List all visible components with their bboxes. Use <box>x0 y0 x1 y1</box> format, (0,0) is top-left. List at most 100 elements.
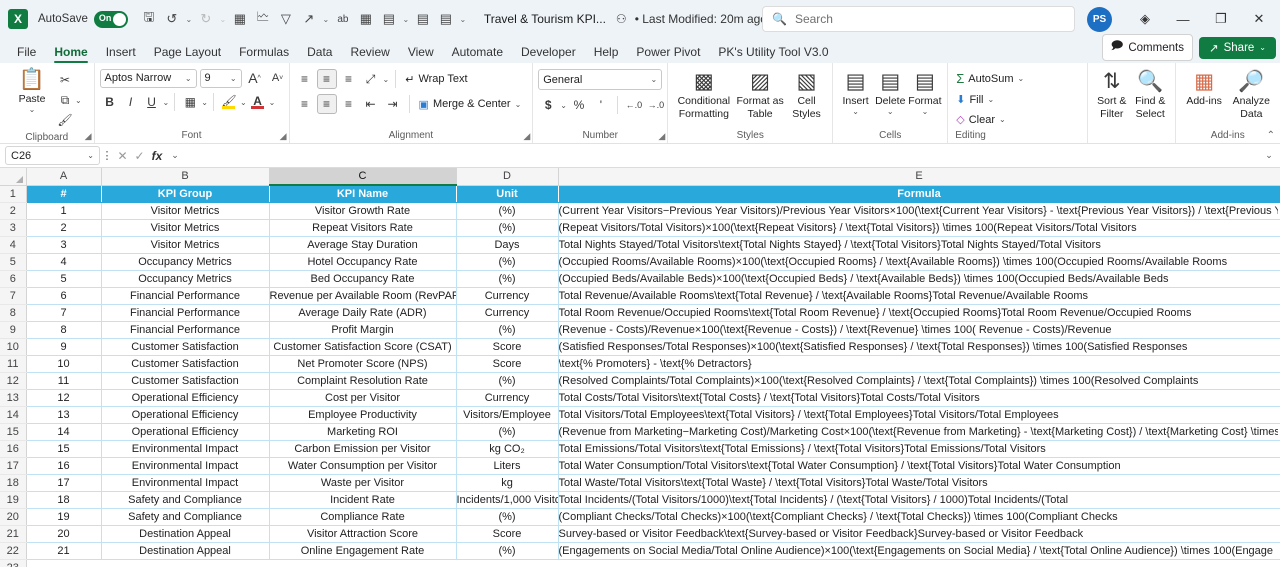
close-button[interactable]: ✕ <box>1240 0 1278 38</box>
cell-formula[interactable]: Total Visitors/Total Employees\text{Tota… <box>558 406 1280 424</box>
cell-num[interactable]: 1 <box>26 202 102 220</box>
paste-button[interactable]: 📋 Paste ⌄ <box>9 66 55 114</box>
cell-kpi-name[interactable]: Marketing ROI <box>269 423 457 441</box>
copy-icon[interactable]: ⧉ <box>55 90 75 110</box>
insert-cells-button[interactable]: ▤ Insert ⌄ <box>838 68 873 116</box>
percent-format-icon[interactable]: % <box>569 95 589 115</box>
cell-formula[interactable]: (Current Year Visitors−Previous Year Vis… <box>558 202 1280 220</box>
row-header-16[interactable]: 16 <box>0 440 27 458</box>
cell-formula[interactable]: (Compliant Checks/Total Checks)×100(\tex… <box>558 508 1280 526</box>
orientation-icon[interactable]: ⤢ <box>361 69 381 89</box>
cell-kpi-name[interactable]: Water Consumption per Visitor <box>269 457 457 475</box>
column-header-d[interactable]: D <box>456 168 559 186</box>
cell-formula[interactable]: Total Waste/Total Visitors\text{Total Wa… <box>558 474 1280 492</box>
table-row[interactable]: 13 12 Operational Efficiency Cost per Vi… <box>0 389 1280 407</box>
table-row[interactable]: 5 4 Occupancy Metrics Hotel Occupancy Ra… <box>0 253 1280 271</box>
cell-num[interactable]: 8 <box>26 321 102 339</box>
row-header-19[interactable]: 19 <box>0 491 27 509</box>
restore-button[interactable]: ❐ <box>1202 0 1240 38</box>
row-header-3[interactable]: 3 <box>0 219 27 237</box>
cell-formula[interactable]: Total Nights Stayed/Total Visitors\text{… <box>558 236 1280 254</box>
cell-num[interactable]: 3 <box>26 236 102 254</box>
underline-button[interactable]: U <box>142 92 162 112</box>
autosave-toggle[interactable]: On <box>93 10 128 28</box>
table-row[interactable]: 6 5 Occupancy Metrics Bed Occupancy Rate… <box>0 270 1280 288</box>
row-header-12[interactable]: 12 <box>0 372 27 390</box>
empty-cell[interactable] <box>101 559 269 567</box>
cell-formula[interactable]: (Repeat Visitors/Total Visitors)×100(\te… <box>558 219 1280 237</box>
cell-kpi-name[interactable]: Employee Productivity <box>269 406 457 424</box>
cell-formula[interactable]: (Occupied Rooms/Available Rooms)×100(\te… <box>558 253 1280 271</box>
row-header-7[interactable]: 7 <box>0 287 27 305</box>
cell-styles-button[interactable]: ▧ Cell Styles <box>786 68 827 120</box>
cell-num[interactable]: 21 <box>26 542 102 560</box>
cell-kpi-name[interactable]: Bed Occupancy Rate <box>269 270 457 288</box>
cell-unit[interactable]: Days <box>456 236 559 254</box>
collapse-ribbon-icon[interactable]: ⌃ <box>1267 130 1275 141</box>
cell-formula[interactable]: Total Revenue/Available Rooms\text{Total… <box>558 287 1280 305</box>
cell-formula[interactable]: Total Incidents/(Total Visitors/1000)\te… <box>558 491 1280 509</box>
cell-unit[interactable]: (%) <box>456 423 559 441</box>
row-header-23[interactable]: 23 <box>0 559 27 567</box>
clear-button[interactable]: ◇ Clear ⌄ <box>953 111 1027 128</box>
increase-indent-icon[interactable]: ⇥ <box>383 94 403 114</box>
row-header-9[interactable]: 9 <box>0 321 27 339</box>
qat-overflow-icon[interactable]: ⌄ <box>458 8 468 30</box>
cell-unit[interactable]: Visitors/Employee <box>456 406 559 424</box>
cell-unit[interactable]: (%) <box>456 542 559 560</box>
spelling-icon[interactable]: ab <box>332 8 354 30</box>
cell-num[interactable]: 13 <box>26 406 102 424</box>
format-cells-button[interactable]: ▤ Format ⌄ <box>908 68 943 116</box>
cell-num[interactable]: 14 <box>26 423 102 441</box>
cell-kpi-group[interactable]: Financial Performance <box>101 321 270 339</box>
cell-unit[interactable]: Currency <box>456 304 559 322</box>
find-select-button[interactable]: 🔍 Find & Select <box>1131 68 1170 120</box>
cell-kpi-name[interactable]: Online Engagement Rate <box>269 542 457 560</box>
table-row[interactable]: 22 21 Destination Appeal Online Engageme… <box>0 542 1280 560</box>
cell-kpi-group[interactable]: Operational Efficiency <box>101 389 270 407</box>
select-all-corner[interactable] <box>0 168 27 186</box>
conditional-formatting-button[interactable]: ▩ Conditional Formatting <box>673 68 734 120</box>
redo-dropdown-icon[interactable]: ⌄ <box>218 8 228 30</box>
align-right-icon[interactable]: ≡ <box>339 94 359 114</box>
comments-button[interactable]: 🗩 Comments <box>1101 34 1193 61</box>
row-header-15[interactable]: 15 <box>0 423 27 441</box>
grid-icon[interactable]: ▦ <box>355 8 377 30</box>
font-name-input[interactable]: Aptos Narrow ⌄ <box>99 68 197 88</box>
cell-formula[interactable]: Total Water Consumption/Total Visitors\t… <box>558 457 1280 475</box>
share-arrow-icon[interactable]: ↗ <box>298 8 320 30</box>
cell-unit[interactable]: Score <box>456 338 559 356</box>
align-center-icon[interactable]: ≡ <box>316 94 337 114</box>
tab-power-pivot[interactable]: Power Pivot <box>627 45 709 63</box>
analyze-data-button[interactable]: 🔎 Analyze Data <box>1228 68 1274 120</box>
table-row[interactable]: 18 17 Environmental Impact Waste per Vis… <box>0 474 1280 492</box>
empty-cell[interactable] <box>269 559 456 567</box>
decrease-decimal-icon[interactable]: →.0 <box>646 95 666 115</box>
cell-kpi-name[interactable]: Incident Rate <box>269 491 457 509</box>
calculator-icon[interactable]: ▤ <box>378 8 400 30</box>
cell-unit[interactable]: Score <box>456 355 559 373</box>
cell-kpi-group[interactable]: Environmental Impact <box>101 457 270 475</box>
cell-kpi-name[interactable]: Compliance Rate <box>269 508 457 526</box>
cell-kpi-name[interactable]: Customer Satisfaction Score (CSAT) <box>269 338 457 356</box>
comma-format-icon[interactable]: ' <box>591 95 611 115</box>
cell-unit[interactable]: (%) <box>456 202 559 220</box>
row-header-20[interactable]: 20 <box>0 508 27 526</box>
column-header-b[interactable]: B <box>101 168 270 186</box>
decrease-indent-icon[interactable]: ⇤ <box>361 94 381 114</box>
align-bottom-icon[interactable]: ≡ <box>339 69 359 89</box>
chevron-down-icon[interactable]: ⌄ <box>163 98 170 107</box>
cell-num[interactable]: 6 <box>26 287 102 305</box>
cell-num[interactable]: 20 <box>26 525 102 543</box>
tab-page-layout[interactable]: Page Layout <box>145 45 230 63</box>
tab-review[interactable]: Review <box>341 45 398 63</box>
cell-kpi-name[interactable]: Cost per Visitor <box>269 389 457 407</box>
cell-kpi-name[interactable]: Repeat Visitors Rate <box>269 219 457 237</box>
font-color-icon[interactable]: A <box>248 92 268 112</box>
tab-view[interactable]: View <box>399 45 443 63</box>
cell-unit[interactable]: (%) <box>456 508 559 526</box>
cell-unit[interactable]: Score <box>456 525 559 543</box>
cell-unit[interactable]: (%) <box>456 372 559 390</box>
cell-kpi-name[interactable]: Waste per Visitor <box>269 474 457 492</box>
cell-num[interactable]: 11 <box>26 372 102 390</box>
